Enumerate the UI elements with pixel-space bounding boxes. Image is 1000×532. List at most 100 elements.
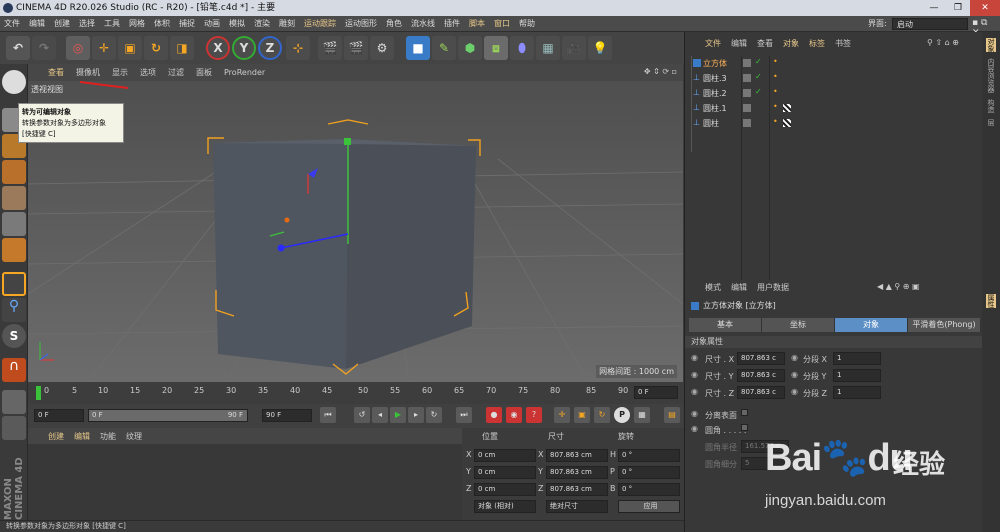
menu-edit[interactable]: 编辑: [29, 18, 45, 29]
radio-icon[interactable]: ◉: [791, 370, 798, 379]
viewport-nav-icons[interactable]: ✥ ⇕ ⟳ ▫: [644, 67, 677, 76]
attr-menu-userdata[interactable]: 用户数据: [757, 282, 789, 296]
side-tab-content-browser[interactable]: 内容浏览器: [986, 58, 996, 93]
menu-mograph[interactable]: 运动图形: [345, 18, 377, 29]
menu-volume[interactable]: 体积: [154, 18, 170, 29]
axis-mode-icon[interactable]: [2, 272, 26, 296]
z-axis-icon[interactable]: Z: [258, 36, 282, 60]
material-menu-edit[interactable]: 编辑: [74, 431, 90, 442]
menu-plugins[interactable]: 插件: [444, 18, 460, 29]
floor-icon[interactable]: ▦: [536, 36, 560, 60]
timeline[interactable]: 0 5 10 15 20 25 30 35 40 45 50 55 60 65 …: [28, 382, 683, 404]
key-scale-icon[interactable]: ▣: [574, 407, 590, 423]
tab-basic[interactable]: 基本: [689, 318, 762, 332]
render-picture-viewer-icon[interactable]: 🎬: [344, 36, 368, 60]
move-icon[interactable]: ✛: [92, 36, 116, 60]
tag-icon[interactable]: •: [773, 72, 778, 81]
viewport-menu-camera[interactable]: 摄像机: [76, 67, 100, 78]
menu-simulate[interactable]: 模拟: [229, 18, 245, 29]
rot-b-field[interactable]: 0 °: [618, 483, 680, 496]
material-menu-create[interactable]: 创建: [48, 431, 64, 442]
auto-key-icon[interactable]: ◉: [506, 407, 522, 423]
side-tab-objects[interactable]: 对象: [986, 38, 996, 52]
layout-select[interactable]: 启动: [892, 18, 968, 30]
viewport-menu-panel[interactable]: 面板: [196, 67, 212, 78]
go-end-icon[interactable]: ⏭: [456, 407, 472, 423]
tag-icon[interactable]: •: [773, 57, 778, 66]
rotate-icon[interactable]: ↻: [144, 36, 168, 60]
recent-tool-icon[interactable]: ◨: [170, 36, 194, 60]
menu-create[interactable]: 创建: [54, 18, 70, 29]
attr-menu-mode[interactable]: 模式: [705, 282, 721, 296]
radio-icon[interactable]: ◉: [691, 353, 698, 362]
radio-icon[interactable]: ◉: [691, 387, 698, 396]
check-icon[interactable]: ✓: [755, 87, 762, 96]
end-frame-field[interactable]: 90 F: [262, 409, 312, 422]
quantize-icon[interactable]: [2, 390, 26, 414]
key-param-icon[interactable]: P: [614, 407, 630, 423]
cube-front-face[interactable]: [213, 139, 348, 369]
seg-y-input[interactable]: 1: [833, 369, 881, 382]
radio-icon[interactable]: ◉: [791, 387, 798, 396]
radio-icon[interactable]: ◉: [691, 424, 698, 433]
obj-menu-tags[interactable]: 标签: [809, 38, 825, 52]
menu-tools[interactable]: 工具: [104, 18, 120, 29]
radio-icon[interactable]: ◉: [691, 409, 698, 418]
viewport-menu-options[interactable]: 选项: [140, 67, 156, 78]
solo-icon[interactable]: S: [2, 324, 26, 348]
camera-icon[interactable]: 🎥: [562, 36, 586, 60]
side-tab-attributes[interactable]: 属性: [986, 294, 996, 308]
menu-script[interactable]: 脚本: [469, 18, 485, 29]
size-x-input[interactable]: 807.863 c: [737, 352, 785, 365]
radio-icon[interactable]: ◉: [691, 370, 698, 379]
undo-icon[interactable]: ↶: [6, 36, 30, 60]
size-y-input[interactable]: 807.863 c: [737, 369, 785, 382]
menu-pipeline[interactable]: 流水线: [411, 18, 435, 29]
maximize-button[interactable]: ❐: [946, 0, 970, 16]
tag-icon[interactable]: •: [773, 102, 778, 111]
edges-mode-icon[interactable]: [2, 212, 26, 236]
texture-tag-icon[interactable]: [783, 119, 791, 127]
object-row-cube[interactable]: 立方体 ✓ •: [691, 57, 981, 71]
x-axis-icon[interactable]: X: [206, 36, 230, 60]
menu-select[interactable]: 选择: [79, 18, 95, 29]
scale-icon[interactable]: ▣: [118, 36, 142, 60]
cube-object-icon[interactable]: ■: [406, 36, 430, 60]
check-icon[interactable]: ✓: [755, 72, 762, 81]
close-button[interactable]: ✕: [970, 0, 1000, 16]
rot-p-field[interactable]: 0 °: [618, 466, 680, 479]
pos-x-field[interactable]: 0 cm: [474, 449, 536, 462]
layer-icon[interactable]: [743, 119, 751, 127]
viewport-menu-view[interactable]: 查看: [48, 67, 64, 78]
key-pla-icon[interactable]: ▦: [634, 407, 650, 423]
next-key-icon[interactable]: ↻: [426, 407, 442, 423]
record-icon[interactable]: ●: [486, 407, 502, 423]
menu-motion-tracking[interactable]: 运动跟踪: [304, 18, 336, 29]
viewport-menu-display[interactable]: 显示: [112, 67, 128, 78]
menu-animate[interactable]: 动画: [204, 18, 220, 29]
size-y-field[interactable]: 807.863 cm: [546, 466, 608, 479]
size-z-field[interactable]: 807.863 cm: [546, 483, 608, 496]
deformer-icon[interactable]: ⬮: [510, 36, 534, 60]
object-row-cylinder1[interactable]: ⊥ 圆柱.1 •: [691, 102, 981, 116]
check-icon[interactable]: ✓: [755, 57, 762, 66]
layer-icon[interactable]: [743, 74, 751, 82]
attr-menu-edit[interactable]: 编辑: [731, 282, 747, 296]
side-tab-structure[interactable]: 构造: [986, 99, 996, 113]
layer-icon[interactable]: [743, 59, 751, 67]
tab-phong[interactable]: 平滑着色(Phong): [908, 318, 981, 332]
prev-key-icon[interactable]: ↺: [354, 407, 370, 423]
coord-mode-select[interactable]: 对象 (相对): [474, 500, 536, 513]
make-editable-icon[interactable]: [2, 70, 26, 94]
size-x-field[interactable]: 807.863 cm: [546, 449, 608, 462]
render-view-icon[interactable]: 🎬: [318, 36, 342, 60]
viewport-menu-prorender[interactable]: ProRender: [224, 68, 265, 77]
points-mode-icon[interactable]: [2, 186, 26, 210]
tag-icon[interactable]: •: [773, 117, 778, 126]
obj-menu-object[interactable]: 对象: [783, 38, 799, 52]
coordinate-system-icon[interactable]: ⊹: [286, 36, 310, 60]
texture-tag-icon[interactable]: [783, 104, 791, 112]
viewport-menu-filter[interactable]: 过滤: [168, 67, 184, 78]
frame-range-slider[interactable]: 0 F 90 F: [88, 409, 248, 422]
material-menu-texture[interactable]: 纹理: [126, 431, 142, 442]
